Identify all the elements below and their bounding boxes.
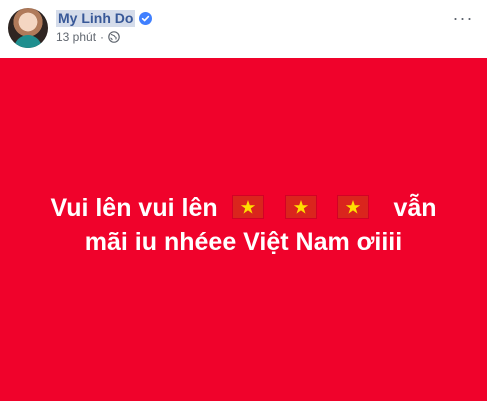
vietnam-flag-icon [232, 195, 263, 218]
meta-separator: · [100, 30, 105, 44]
post-meta: 13 phút · [56, 29, 120, 45]
post-text-line-1-before: Vui lên vui lên [50, 193, 218, 222]
post-text-line-1: Vui lên vui lên vẫn [24, 191, 464, 225]
more-options-button[interactable]: ··· [451, 8, 475, 28]
post-text: Vui lên vui lên vẫn mãi iu nhéee Việt Na… [24, 191, 464, 259]
globe-icon[interactable] [108, 31, 120, 43]
author-row: My Linh Do [56, 9, 153, 27]
avatar[interactable] [8, 8, 48, 48]
post-background-card: Vui lên vui lên vẫn mãi iu nhéee Việt Na… [0, 58, 487, 401]
more-options-icon: ··· [452, 7, 474, 28]
post-text-line-1-after: vẫn [393, 193, 437, 222]
verified-badge-icon [139, 11, 153, 25]
timestamp-link[interactable]: 13 phút [56, 30, 96, 44]
author-name-link[interactable]: My Linh Do [56, 9, 136, 27]
post-text-line-2: mãi iu nhéee Việt Nam ơiiii [84, 227, 403, 256]
vietnam-flag-icon [338, 195, 369, 218]
post-header: My Linh Do 13 phút · ··· [0, 0, 487, 56]
avatar-shoulders [14, 35, 42, 48]
vietnam-flag-icon [285, 195, 316, 218]
